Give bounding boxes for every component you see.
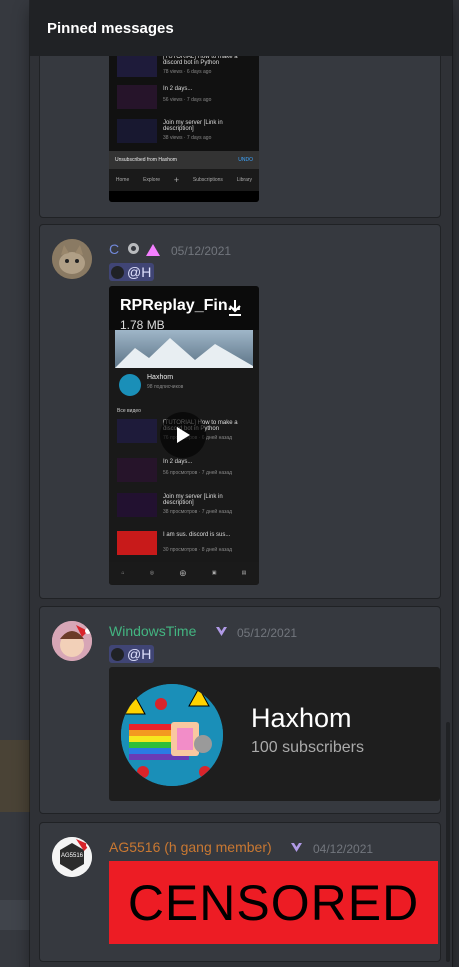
username[interactable]: AG5516 (h gang member) [109, 839, 272, 855]
censored-text: CENSORED [127, 874, 420, 931]
channel-avatar [119, 374, 141, 396]
pinned-messages-list[interactable]: [TUTORIAL] How to make a discord bot in … [30, 48, 452, 967]
video-row: In 2 days... 56 просмотров · 7 дней наза… [117, 458, 251, 484]
video-row: Join my server [Link in description] 38 … [117, 493, 251, 519]
nav-subscriptions-icon: Subscriptions [192, 177, 223, 183]
video-title: Join my server [Link in description] [163, 494, 223, 506]
nav-subscriptions-icon: ▣ [211, 570, 217, 576]
nav-explore-icon: ◎ [149, 570, 155, 576]
popout-header: Pinned messages [30, 0, 452, 56]
toast-text: Unsubscribed from Haxhom [115, 157, 177, 163]
mention-avatar-icon [111, 265, 124, 279]
play-icon [177, 427, 190, 443]
mention-label: @H [127, 264, 152, 280]
censored-image[interactable]: CENSORED [109, 861, 438, 944]
username[interactable]: WindowsTime [109, 623, 196, 639]
nav-add-icon: ⊕ [179, 567, 187, 578]
badge-icon [127, 242, 140, 260]
username[interactable]: C [109, 241, 119, 257]
video-title: In 2 days... [163, 86, 193, 92]
video-row: In 2 days... 56 views · 7 days ago [117, 85, 251, 111]
avatar-label: AG5516 [60, 853, 84, 859]
scrollbar-thumb[interactable] [446, 722, 450, 962]
channel-background [0, 0, 30, 967]
pinned-message-card[interactable]: C 05/12/2021 @H RPReplay_Fin... 1.78 MB [39, 224, 441, 599]
nitro-triangle-icon [146, 243, 160, 261]
santa-avatar-icon [52, 621, 92, 661]
play-button[interactable] [160, 412, 206, 458]
channel-meta: 98 подписчиков [147, 384, 184, 390]
video-title: In 2 days... [163, 459, 193, 465]
nav-library-icon: Library [236, 177, 253, 183]
boost-badge-icon [215, 625, 228, 643]
video-meta: 56 просмотров · 7 дней назад [163, 470, 233, 476]
avatar[interactable] [52, 621, 92, 661]
video-meta: 38 views · 7 days ago [163, 135, 212, 141]
video-thumbnail [117, 493, 157, 517]
timestamp: 04/12/2021 [313, 842, 374, 856]
right-edge [452, 0, 459, 967]
section-label: Все видео [117, 408, 141, 414]
video-thumbnail [117, 419, 157, 443]
nav-home-icon: ⌂ [121, 570, 125, 576]
video-thumbnail [117, 458, 157, 482]
user-mention[interactable]: @H [109, 263, 155, 281]
video-thumbnail [117, 85, 157, 109]
channel-name: Haxhom [147, 374, 174, 381]
video-row: I am sus. discord is sus... 30 просмотро… [117, 531, 251, 557]
user-mention[interactable]: @H [109, 645, 155, 663]
attachment-filename[interactable]: RPReplay_Fin... [120, 297, 241, 315]
mountain-banner [115, 330, 253, 368]
toast: Unsubscribed from Haxhom UNDO [109, 151, 259, 169]
mention-label: @H [127, 646, 152, 662]
embed-subscribers: 100 subscribers [251, 739, 364, 756]
nyan-cat-icon [121, 684, 223, 786]
video-attachment[interactable]: RPReplay_Fin... 1.78 MB Haxhom 98 подпис… [109, 286, 259, 585]
toast-undo: UNDO [238, 157, 253, 163]
video-row: Join my server [Link in description] 38 … [117, 119, 251, 145]
nav-explore-icon: Explore [143, 177, 161, 183]
cat-avatar-icon [52, 239, 92, 279]
channel-avatar [121, 684, 223, 786]
nav-add-icon: + [173, 175, 180, 185]
video-attachment-preview[interactable]: [TUTORIAL] How to make a discord bot in … [109, 49, 259, 202]
video-meta: 38 просмотров · 7 дней назад [163, 509, 233, 515]
pinned-message-card[interactable]: AG5516 AG5516 (h gang member) 04/12/2021… [39, 822, 441, 962]
youtube-channel-embed[interactable]: Haxhom 100 subscribers [109, 667, 440, 801]
nav-library-icon: ▤ [241, 570, 247, 576]
video-meta: 30 просмотров · 8 дней назад [163, 547, 233, 553]
embed-channel-name: Haxhom [251, 703, 352, 733]
video-thumbnail [117, 53, 157, 77]
video-title: Join my server [Link in description] [163, 120, 223, 132]
pinned-message-card[interactable]: WindowsTime 05/12/2021 @H Haxhom 100 sub… [39, 606, 441, 814]
phone-navbar: ⌂ ◎ ⊕ ▣ ▤ [109, 562, 259, 584]
download-icon[interactable] [227, 299, 243, 322]
pinned-message-card[interactable]: [TUTORIAL] How to make a discord bot in … [39, 48, 441, 218]
avatar[interactable] [52, 239, 92, 279]
avatar[interactable]: AG5516 [52, 837, 92, 877]
video-thumbnail [117, 119, 157, 143]
video-thumbnail [117, 531, 157, 555]
nav-home-icon: Home [115, 177, 130, 183]
channel-message-highlight [0, 740, 30, 812]
phone-system-bar [109, 191, 259, 202]
timestamp: 05/12/2021 [237, 626, 298, 640]
popout-title: Pinned messages [47, 19, 174, 37]
video-title: I am sus. discord is sus... [163, 532, 231, 538]
boost-badge-icon [290, 841, 303, 859]
video-row: [TUTORIAL] How to make a discord bot in … [117, 53, 251, 79]
video-meta: 78 views · 6 days ago [163, 69, 212, 75]
pinned-messages-popout: Pinned messages [TUTORIAL] How to make a… [30, 0, 452, 967]
timestamp: 05/12/2021 [171, 244, 232, 258]
video-meta: 56 views · 7 days ago [163, 97, 212, 103]
channel-message-row [0, 900, 30, 930]
mention-avatar-icon [111, 647, 124, 661]
phone-navbar: Home Explore + Subscriptions Library [109, 169, 259, 191]
